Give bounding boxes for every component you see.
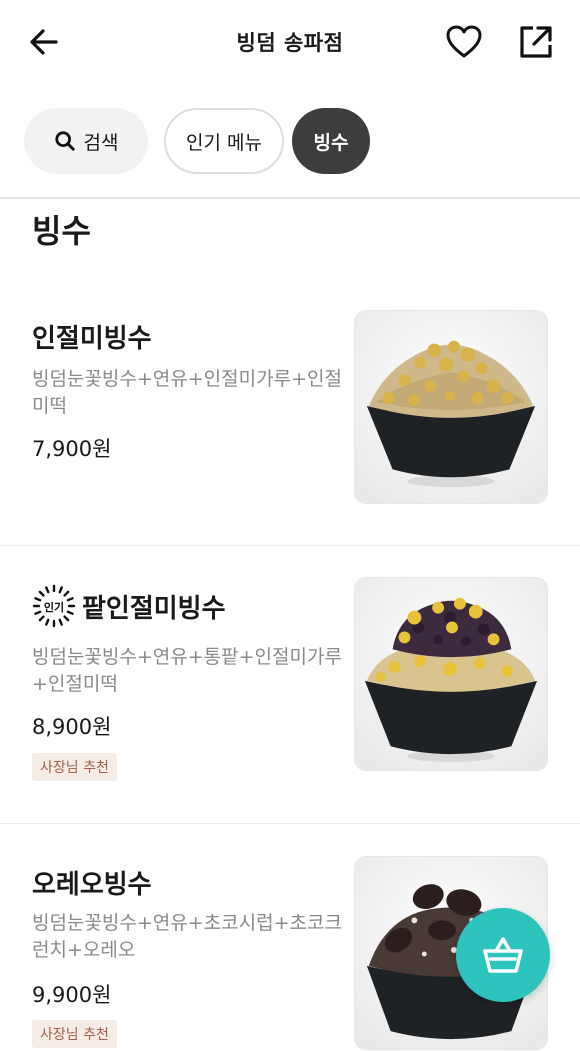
search-chip-label: 검색 [83, 131, 119, 154]
top-bar: 빙덤 송파점 [0, 0, 580, 84]
menu-item-price: 7,900원 [32, 437, 112, 461]
menu-item-desc: 빙덤눈꽃빙수+연유+초코시럽+초코크런치+오레오 [32, 912, 342, 961]
menu-item-image [354, 310, 548, 504]
popular-badge-icon: 인기 [32, 584, 76, 628]
search-chip[interactable]: 검색 [24, 108, 148, 174]
bingsu-injeolmi-image [355, 311, 547, 503]
menu-item-name: 인절미빙수 [32, 318, 152, 355]
menu-item-name-text: 인절미빙수 [32, 324, 152, 354]
popular-menu-chip[interactable]: 인기 메뉴 [164, 108, 284, 174]
menu-item-name-text: 오레오빙수 [32, 870, 152, 900]
popular-badge-label: 인기 [44, 600, 64, 614]
item-divider [0, 545, 580, 546]
chip-divider [0, 197, 580, 199]
cart-button[interactable] [456, 908, 550, 1002]
bingsu-redbean-image [355, 578, 547, 770]
menu-item-name: 오레오빙수 [32, 864, 152, 901]
category-chips: 검색 인기 메뉴 빙수 [24, 108, 370, 174]
heart-icon [446, 25, 482, 58]
bingsu-chip[interactable]: 빙수 [292, 108, 370, 174]
section-title: 빙수 [32, 212, 91, 250]
menu-page: 빙덤 송파점 검색 인기 메뉴 빙수 빙수 인절미빙수 빙덤눈꽃빙수+연유+인절… [0, 0, 580, 1051]
owner-recommend-badge: 사장님 추천 [32, 1020, 117, 1048]
arrow-left-icon [30, 29, 58, 55]
favorite-button[interactable] [444, 22, 484, 62]
share-button[interactable] [516, 22, 556, 62]
menu-item-name: 인기 팥인절미빙수 [32, 584, 226, 628]
basket-icon [483, 937, 523, 973]
share-icon [520, 26, 552, 58]
store-title: 빙덤 송파점 [236, 31, 344, 55]
menu-item-name-text: 팥인절미빙수 [82, 593, 226, 624]
search-icon [54, 131, 75, 151]
menu-item-desc: 빙덤눈꽃빙수+연유+통팥+인절미가루+인절미떡 [32, 646, 342, 695]
owner-recommend-badge: 사장님 추천 [32, 753, 117, 781]
menu-item-price: 8,900원 [32, 715, 112, 739]
menu-item-desc: 빙덤눈꽃빙수+연유+인절미가루+인절미떡 [32, 368, 342, 417]
menu-item-image [354, 577, 548, 771]
item-divider [0, 823, 580, 824]
menu-item-price: 9,900원 [32, 983, 112, 1007]
back-button[interactable] [26, 24, 62, 60]
